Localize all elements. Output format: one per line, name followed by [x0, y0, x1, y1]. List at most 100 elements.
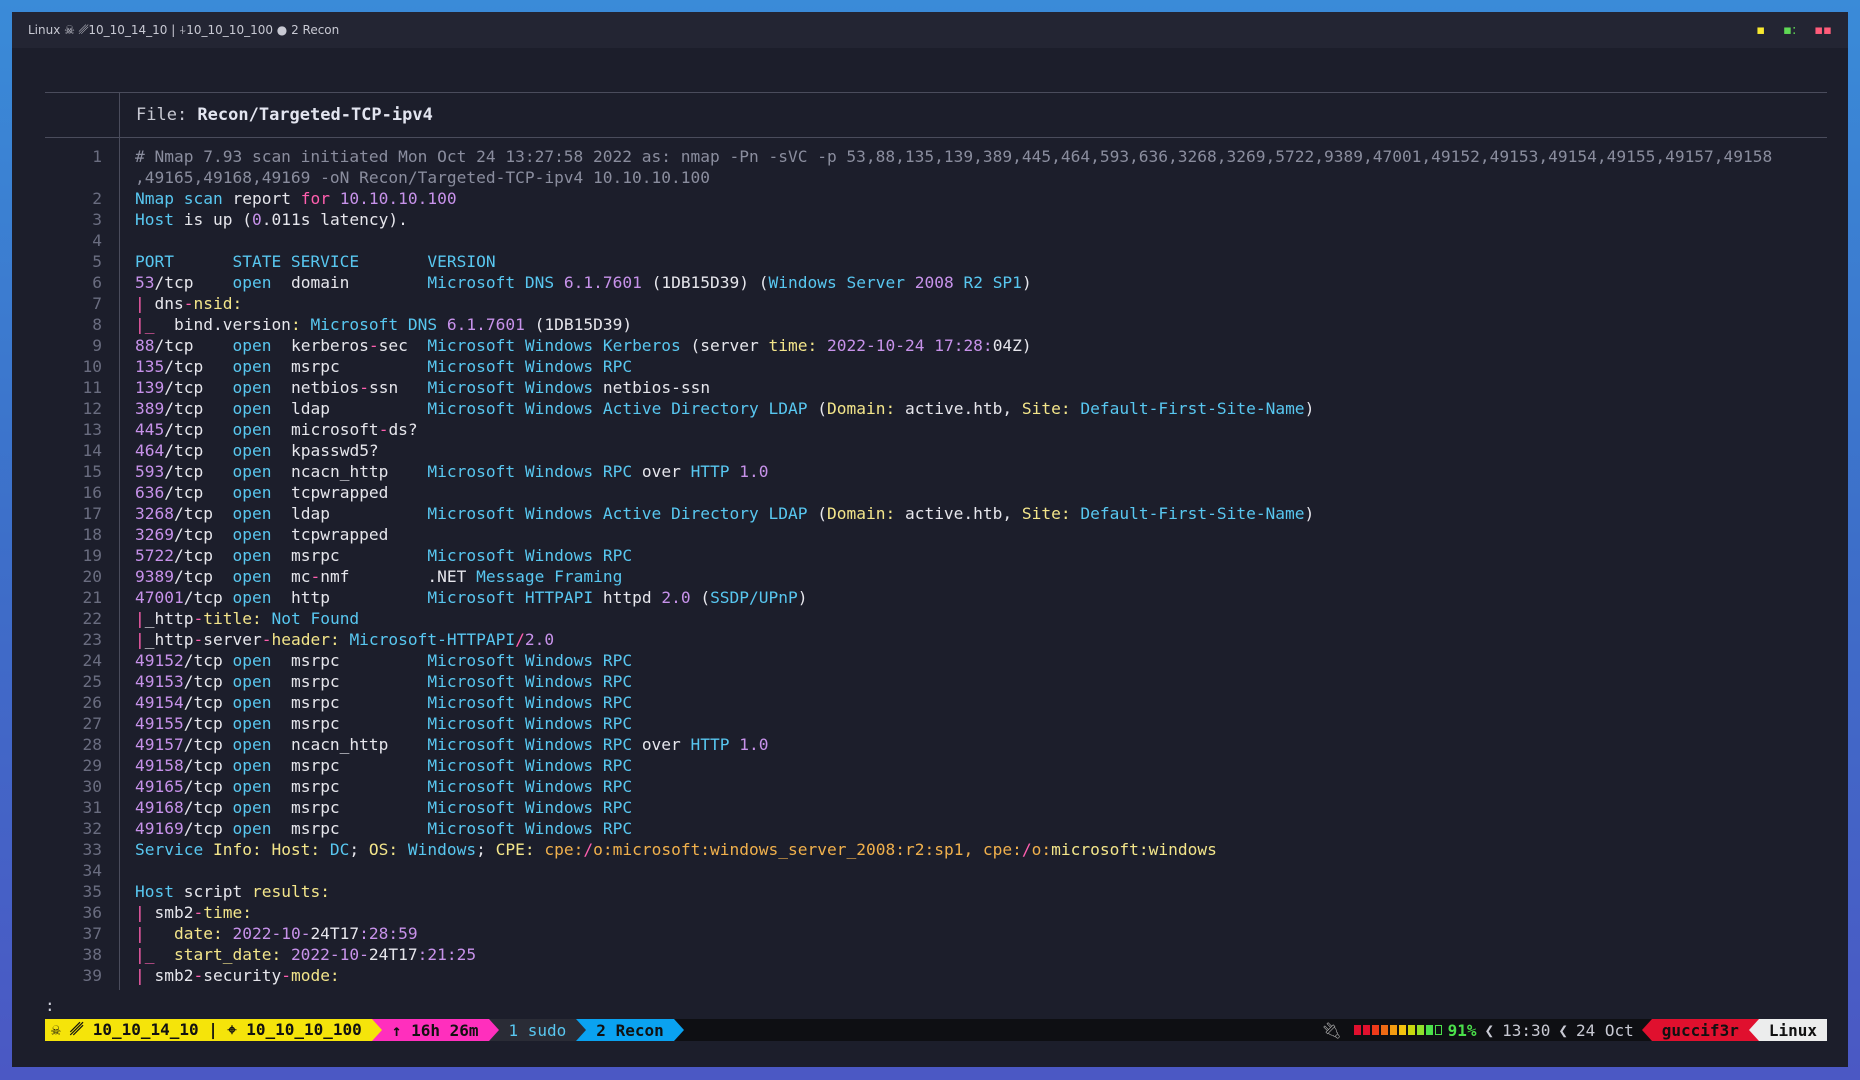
arrow-separator: [576, 1019, 587, 1041]
token: open: [232, 462, 291, 481]
line-text: 445/tcp open microsoft-ds?: [119, 419, 418, 440]
pager-prompt[interactable]: :: [45, 996, 55, 1015]
code-line: 7 | dns-nsid:: [45, 293, 1827, 314]
file-content[interactable]: 1 # Nmap 7.93 scan initiated Mon Oct 24 1…: [45, 138, 1827, 990]
line-text: |_ start_date: 2022-10-24T17:21:25: [119, 944, 476, 965]
token: Microsoft Windows RPC: [427, 777, 633, 796]
token: |: [135, 924, 174, 943]
line-number: 10: [82, 357, 103, 376]
line-number: 22: [82, 609, 103, 628]
token: open: [232, 693, 291, 712]
uptime-label: ↑ 16h 26m: [391, 1020, 479, 1040]
window-tab-2[interactable]: 2 Recon: [586, 1019, 674, 1041]
token: (1DB15D39) (: [651, 273, 769, 292]
token: /tcp: [164, 378, 233, 397]
line-text: 49157/tcp open ncacn_http Microsoft Wind…: [119, 734, 769, 755]
host-label: ☠ ␥ 10_10_14_10 | ⌖ 10_10_10_100: [51, 1020, 362, 1039]
close-icon[interactable]: ▪▪: [1814, 23, 1832, 38]
token: /tcp: [173, 504, 233, 523]
maximize-icon[interactable]: ▪:: [1783, 23, 1796, 38]
token: tcpwrapped: [290, 525, 389, 544]
line-number: 9: [92, 336, 102, 355]
token: /tcp: [183, 651, 233, 670]
token: -: [193, 966, 204, 985]
code-line: 17 3268/tcp open ldap Microsoft Windows A…: [45, 503, 1827, 524]
code-line: 4: [45, 230, 1827, 251]
token: Service: [135, 840, 213, 859]
token: is up (: [183, 210, 252, 229]
window-controls: ▪ ▪: ▪▪: [1756, 23, 1832, 38]
token: ncacn_http: [290, 735, 428, 754]
token: Microsoft Windows Active Directory LDAP: [427, 399, 818, 418]
token: bind.version: [173, 315, 291, 334]
token: open: [232, 651, 291, 670]
window-tab-1[interactable]: 1 sudo: [498, 1019, 577, 1041]
power-plug-icon: 🔌︎: [1321, 1020, 1342, 1040]
token: HTTP: [690, 462, 740, 481]
file-label-prefix: File:: [136, 105, 198, 125]
tmux-status-bar: ☠ ␥ 10_10_14_10 | ⌖ 10_10_10_100 ↑ 16h 2…: [45, 1019, 1827, 1041]
token: script: [183, 882, 252, 901]
token: Microsoft Windows RPC: [427, 735, 642, 754]
token: ): [1304, 504, 1315, 523]
line-number: 1: [92, 147, 102, 166]
token: 24T17: [368, 945, 418, 964]
token: open: [232, 378, 291, 397]
token: open: [232, 546, 291, 565]
line-text: |_http-server-header: Microsoft-HTTPAPI/…: [119, 629, 554, 650]
line-number: 23: [82, 630, 103, 649]
token: open: [232, 735, 291, 754]
battery-meter: [1353, 1025, 1442, 1035]
token: active.htb,: [904, 504, 1022, 523]
line-number: 17: [82, 504, 103, 523]
arrow-separator: [1748, 1019, 1759, 1041]
status-right: 🔌︎ 91% ❮ 13:30 ❮ 24 Oct guccif3r Linux: [1321, 1019, 1827, 1041]
token: 49165: [135, 777, 184, 796]
token: 1.0: [739, 462, 769, 481]
token: /tcp: [183, 714, 233, 733]
token: Message Framing: [476, 567, 623, 586]
uptime-segment: ↑ 16h 26m: [381, 1019, 489, 1041]
token: |_: [135, 945, 174, 964]
token: Microsoft Windows Kerberos: [427, 336, 691, 355]
token: smb2: [154, 903, 194, 922]
token: 3268: [135, 504, 174, 523]
token: ,49165,49168,49169 -oN Recon/Targeted-TC…: [135, 168, 710, 187]
token: Microsoft DNS: [427, 273, 564, 292]
token: ): [1021, 273, 1032, 292]
token: 2022-10-24 17:28:: [827, 336, 993, 355]
battery-cell: [1434, 1025, 1442, 1035]
token: time:: [203, 903, 252, 922]
line-text: |_ bind.version: Microsoft DNS 6.1.7601 …: [119, 314, 632, 335]
token: 2022-10-: [290, 945, 369, 964]
token: /: [515, 630, 525, 649]
token: 3269: [135, 525, 174, 544]
token: /tcp: [164, 483, 233, 502]
token: ;: [349, 840, 369, 859]
token: _http: [144, 630, 194, 649]
line-number: 15: [82, 462, 103, 481]
os-segment: Linux: [1758, 1019, 1827, 1041]
token: report: [232, 189, 301, 208]
line-text: 636/tcp open tcpwrapped: [119, 482, 388, 503]
line-number: 21: [82, 588, 103, 607]
token: -: [310, 567, 321, 586]
token: # Nmap 7.93 scan initiated Mon Oct 24 13…: [135, 147, 1773, 166]
token: (server: [690, 336, 769, 355]
line-number: 25: [82, 672, 103, 691]
minimize-icon[interactable]: ▪: [1756, 23, 1765, 38]
token: /tcp: [183, 735, 233, 754]
token: 49154: [135, 693, 184, 712]
line-number: 13: [82, 420, 103, 439]
token: msrpc: [290, 546, 428, 565]
code-line: 19 5722/tcp open msrpc Microsoft Windows …: [45, 545, 1827, 566]
token: security: [203, 966, 282, 985]
token: 2022-10-: [232, 924, 311, 943]
battery-cell: [1389, 1025, 1397, 1035]
token: cpe:: [544, 840, 584, 859]
line-number: 31: [82, 798, 103, 817]
token: Info: Host:: [212, 840, 330, 859]
code-line: 11 139/tcp open netbios-ssn Microsoft Win…: [45, 377, 1827, 398]
line-number: 38: [82, 945, 103, 964]
line-text: 49169/tcp open msrpc Microsoft Windows R…: [119, 818, 632, 839]
